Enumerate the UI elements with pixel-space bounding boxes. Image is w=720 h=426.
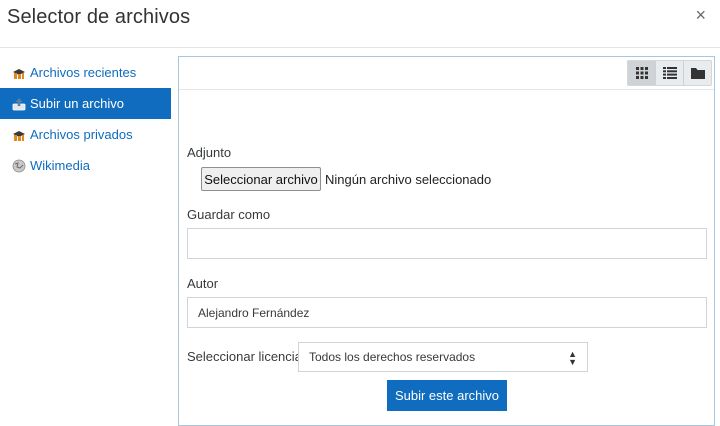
sidebar-item-label: Subir un archivo	[30, 96, 124, 111]
list-view-icon	[662, 67, 677, 79]
upload-file-button[interactable]: Subir este archivo	[387, 380, 507, 411]
recent-files-icon	[13, 68, 25, 79]
select-arrows-icon: ▲ ▼	[568, 349, 577, 367]
grid-view-icon	[635, 67, 648, 79]
sidebar-item-upload[interactable]: Subir un archivo	[0, 88, 171, 119]
repository-sidebar: Archivos recientes Subir un archivo Arch…	[0, 57, 171, 181]
folder-view-button[interactable]	[684, 61, 711, 85]
license-selected-value: Todos los derechos reservados	[309, 350, 476, 364]
dialog-header: Selector de archivos ×	[0, 0, 720, 48]
view-toolbar	[179, 57, 714, 90]
dialog-title: Selector de archivos	[7, 6, 191, 28]
sidebar-item-recent-files[interactable]: Archivos recientes	[0, 57, 171, 88]
save-as-label: Guardar como	[187, 207, 271, 222]
wikimedia-icon	[12, 159, 26, 172]
no-file-selected-text: Ningún archivo seleccionado	[325, 172, 492, 187]
close-icon[interactable]: ×	[695, 5, 706, 26]
sidebar-item-label: Archivos privados	[30, 127, 133, 142]
author-label: Autor	[187, 276, 219, 291]
grid-view-button[interactable]	[628, 61, 656, 85]
sidebar-item-label: Archivos recientes	[30, 65, 137, 80]
list-view-button[interactable]	[656, 61, 684, 85]
save-as-input[interactable]	[187, 228, 707, 259]
license-select[interactable]: Todos los derechos reservados ▲ ▼	[298, 342, 588, 372]
choose-file-button[interactable]: Seleccionar archivo	[201, 167, 321, 191]
folder-view-icon	[690, 68, 705, 79]
upload-icon	[12, 97, 26, 110]
sidebar-item-wikimedia[interactable]: Wikimedia	[0, 150, 171, 181]
private-files-icon	[13, 130, 25, 141]
attachment-label: Adjunto	[187, 145, 232, 160]
license-label: Seleccionar licencia	[187, 349, 302, 364]
author-input[interactable]	[187, 297, 707, 328]
view-switcher	[627, 60, 712, 86]
sidebar-item-private-files[interactable]: Archivos privados	[0, 119, 171, 150]
sidebar-item-label: Wikimedia	[30, 158, 90, 173]
